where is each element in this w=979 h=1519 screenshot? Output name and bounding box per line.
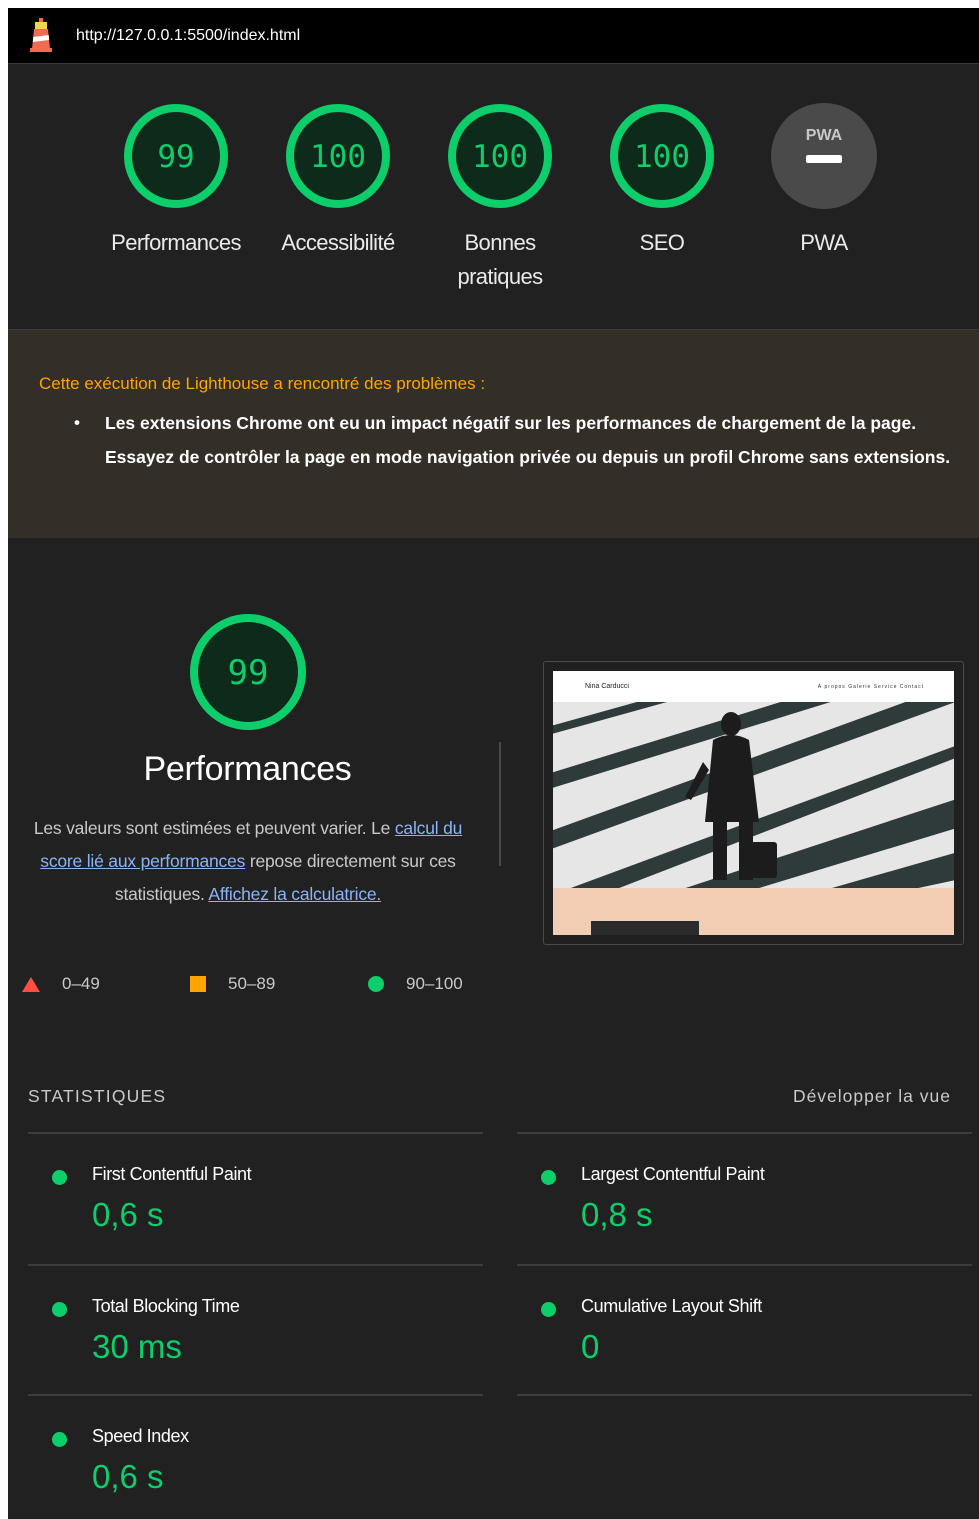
pass-dot-icon [52, 1302, 67, 1317]
legend-range: 50–89 [228, 974, 276, 993]
metric-speed-index: Speed Index 0,6 s [28, 1418, 468, 1519]
gauge-label-line2: pratiques [457, 264, 543, 289]
pass-dot-icon [541, 1302, 556, 1317]
final-screenshot[interactable]: Nina Carducci À propos Galerie Service C… [543, 661, 964, 945]
gauge-score: 100 [472, 139, 528, 175]
pass-dot-icon [541, 1170, 556, 1185]
gauge-label-line1: Bonnes [464, 230, 536, 255]
runtime-warning: Cette exécution de Lighthouse a rencontr… [8, 330, 979, 538]
metric-name: Total Blocking Time [92, 1296, 240, 1316]
performance-score: 99 [228, 653, 269, 693]
thumb-links: À propos Galerie Service Contact [817, 684, 924, 690]
metric-name: Speed Index [92, 1426, 189, 1446]
screenshot-image: Nina Carducci À propos Galerie Service C… [553, 671, 954, 935]
gauge-performance[interactable]: 99 Performances [96, 100, 256, 260]
gauge-best-practices-ring: 100 [448, 104, 552, 208]
category-gauges: 99 Performances 100 Accessibilité 100 Bo… [8, 64, 979, 330]
divider [517, 1394, 972, 1396]
stats-heading: STATISTIQUES [28, 1086, 167, 1106]
divider [28, 1264, 483, 1266]
metric-value: 0,6 s [92, 1458, 164, 1495]
legend-range: 90–100 [406, 974, 463, 993]
metric-lcp: Largest Contentful Paint 0,8 s [517, 1156, 957, 1266]
divider [517, 1132, 972, 1134]
gauge-label: Performances [111, 230, 241, 255]
gauge-pwa[interactable]: PWA PWA [744, 100, 904, 260]
square-icon [190, 976, 206, 992]
warning-title: Cette exécution de Lighthouse a rencontr… [39, 374, 486, 393]
lighthouse-logo-icon [30, 18, 52, 52]
thumb-brand: Nina Carducci [585, 683, 629, 690]
triangle-icon [22, 976, 40, 992]
warning-list: • Les extensions Chrome ont eu un impact… [74, 406, 961, 474]
vertical-divider [499, 742, 501, 866]
pass-dot-icon [52, 1432, 67, 1447]
gauge-score: 99 [157, 139, 194, 175]
gauge-label: Bonnes pratiques [420, 226, 580, 294]
gauge-score: 100 [310, 139, 366, 175]
desc-text: Les valeurs sont estimées et peuvent var… [33, 818, 395, 838]
metric-name: Cumulative Layout Shift [581, 1296, 762, 1316]
metric-value: 0,8 s [581, 1196, 653, 1233]
metric-value: 30 ms [92, 1328, 182, 1365]
gauge-seo-ring: 100 [610, 104, 714, 208]
pwa-badge-text: PWA [806, 127, 843, 144]
legend-range: 0–49 [62, 974, 100, 993]
pass-dot-icon [52, 1170, 67, 1185]
legend-average: 50–89 [190, 974, 275, 994]
pwa-badge-icon: PWA [771, 103, 877, 209]
report-topbar: http://127.0.0.1:5500/index.html [8, 8, 979, 64]
metric-value: 0,6 s [92, 1196, 164, 1233]
gauge-label: Accessibilité [281, 230, 395, 255]
gauge-best-practices[interactable]: 100 Bonnes pratiques [420, 100, 580, 294]
gauge-accessibility-ring: 100 [286, 104, 390, 208]
thumb-navbar: Nina Carducci À propos Galerie Service C… [553, 671, 954, 702]
performance-description: Les valeurs sont estimées et peuvent var… [28, 812, 468, 911]
circle-icon [368, 976, 384, 992]
metric-value: 0 [581, 1328, 600, 1365]
performance-title: Performances [143, 750, 352, 788]
thumb-section [553, 888, 954, 935]
gauge-label: PWA [800, 230, 848, 255]
gauge-seo[interactable]: 100 SEO [582, 100, 742, 260]
metric-tbt: Total Blocking Time 30 ms [28, 1288, 468, 1398]
metric-fcp: First Contentful Paint 0,6 s [28, 1156, 468, 1266]
gauge-performance-ring: 99 [124, 104, 228, 208]
divider [517, 1264, 972, 1266]
metric-name: First Contentful Paint [92, 1164, 252, 1184]
calculator-link[interactable]: Affichez la calculatrice. [208, 884, 381, 904]
gauge-label: SEO [639, 230, 685, 255]
metric-cls: Cumulative Layout Shift 0 [517, 1288, 957, 1398]
expand-view-toggle[interactable]: Développer la vue [793, 1086, 951, 1107]
bullet-icon: • [74, 413, 80, 432]
metric-name: Largest Contentful Paint [581, 1164, 765, 1184]
gauge-accessibility[interactable]: 100 Accessibilité [258, 100, 418, 260]
divider [28, 1394, 483, 1396]
warning-item: Les extensions Chrome ont eu un impact n… [105, 413, 951, 467]
legend-pass: 90–100 [368, 974, 463, 994]
report-url[interactable]: http://127.0.0.1:5500/index.html [76, 27, 300, 45]
thumb-hero-image [553, 702, 954, 888]
gauge-score: 100 [634, 139, 690, 175]
legend-fail: 0–49 [22, 974, 100, 994]
thumb-image-block [591, 921, 699, 935]
performance-gauge: 99 [190, 614, 306, 730]
divider [28, 1132, 483, 1134]
lighthouse-report: http://127.0.0.1:5500/index.html 99 Perf… [8, 8, 979, 1519]
